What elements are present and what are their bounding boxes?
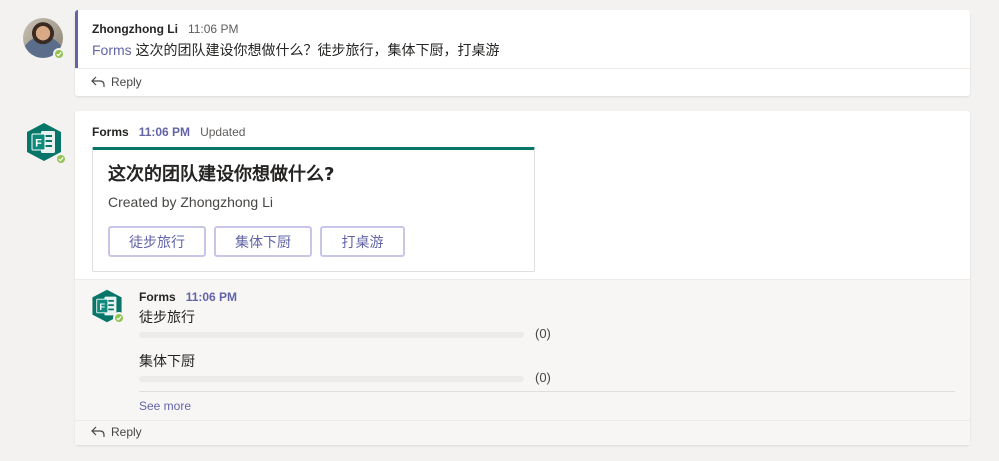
svg-text:F: F bbox=[35, 138, 42, 150]
divider bbox=[75, 68, 970, 69]
result-bar-track bbox=[139, 376, 524, 382]
message-body: Forms 这次的团队建设你想做什么？徒步旅行，集体下厨，打桌游 bbox=[92, 40, 500, 60]
reply-label: Reply bbox=[111, 75, 142, 89]
message-timestamp: 11:06 PM bbox=[185, 290, 238, 304]
mention-accent-bar bbox=[75, 10, 78, 68]
poll-option-button-2[interactable]: 集体下厨 bbox=[214, 226, 312, 257]
result-bar-track bbox=[139, 332, 524, 338]
presence-available-icon bbox=[55, 153, 67, 165]
poll-card: 这次的团队建设你想做什么? Created by Zhongzhong Li 徒… bbox=[92, 147, 535, 272]
message-header: Zhongzhong Li 11:06 PM bbox=[92, 22, 238, 36]
message-timestamp: 11:06 PM bbox=[138, 125, 191, 139]
reply-button[interactable]: Reply bbox=[91, 425, 142, 439]
message-card-forms[interactable]: Forms 11:06 PM Updated 这次的团队建设你想做什么? Cre… bbox=[75, 111, 970, 445]
presence-available-icon bbox=[53, 48, 65, 60]
result-count: (0) bbox=[535, 326, 551, 341]
poll-created-by: Created by Zhongzhong Li bbox=[108, 194, 273, 210]
poll-option-button-3[interactable]: 打桌游 bbox=[320, 226, 405, 257]
message-card-zhongzhong[interactable]: Zhongzhong Li 11:06 PM Forms 这次的团队建设你想做什… bbox=[75, 10, 970, 96]
reply-arrow-icon bbox=[91, 76, 105, 87]
see-more-link[interactable]: See more bbox=[139, 399, 191, 413]
svg-text:F: F bbox=[99, 301, 105, 312]
message-timestamp: 11:06 PM bbox=[187, 22, 239, 36]
divider bbox=[139, 391, 955, 392]
sender-name[interactable]: Forms bbox=[92, 125, 129, 139]
divider bbox=[75, 420, 970, 421]
reply-arrow-icon bbox=[91, 426, 105, 437]
poll-title: 这次的团队建设你想做什么? bbox=[108, 164, 335, 185]
sender-name[interactable]: Zhongzhong Li bbox=[92, 22, 178, 36]
result-count: (0) bbox=[535, 370, 551, 385]
mention-forms[interactable]: Forms bbox=[92, 42, 132, 58]
reply-button[interactable]: Reply bbox=[91, 75, 142, 89]
poll-option-button-1[interactable]: 徒步旅行 bbox=[108, 226, 206, 257]
sender-name[interactable]: Forms bbox=[139, 290, 176, 304]
presence-available-icon bbox=[113, 312, 125, 324]
reply-label: Reply bbox=[111, 425, 142, 439]
results-header: Forms 11:06 PM bbox=[139, 290, 237, 304]
updated-label: Updated bbox=[200, 125, 246, 139]
result-option-label: 徒步旅行 bbox=[139, 310, 195, 326]
result-option-label: 集体下厨 bbox=[139, 354, 195, 370]
message-header: Forms 11:06 PM Updated bbox=[92, 125, 245, 139]
poll-results-thread: F Forms 11:06 PM 徒步旅行 (0) 集体下厨 (0) See m… bbox=[75, 279, 970, 445]
message-text: 这次的团队建设你想做什么？徒步旅行，集体下厨，打桌游 bbox=[131, 42, 500, 58]
